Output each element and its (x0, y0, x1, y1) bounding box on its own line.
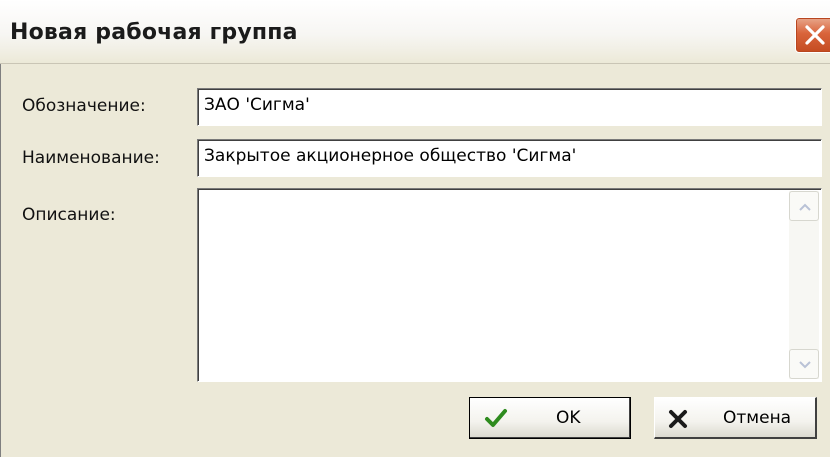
title-bar[interactable]: Новая рабочая группа (0, 0, 830, 64)
description-scrollbar[interactable] (789, 191, 819, 379)
name-field[interactable]: Закрытое акционерное общество 'Сигма' (197, 139, 822, 177)
window-title: Новая рабочая группа (10, 20, 298, 45)
checkmark-icon (485, 409, 507, 427)
ok-button[interactable]: OK (469, 397, 631, 439)
scroll-down-button[interactable] (789, 349, 819, 379)
close-icon (805, 25, 825, 45)
cross-icon (669, 410, 687, 428)
window-border (0, 64, 1, 457)
designation-field[interactable]: ЗАО 'Сигма' (197, 88, 822, 126)
ok-button-label: OK (556, 408, 581, 428)
description-label: Описание: (22, 205, 116, 225)
close-button[interactable] (795, 17, 830, 53)
new-workgroup-dialog: Новая рабочая группа Обозначение: ЗАО 'С… (0, 0, 830, 457)
cancel-button-label: Отмена (723, 408, 792, 428)
cancel-button[interactable]: Отмена (654, 397, 817, 439)
name-label: Наименование: (22, 148, 160, 168)
chevron-down-icon (799, 361, 811, 369)
scroll-up-button[interactable] (789, 191, 819, 221)
chevron-up-icon (799, 203, 811, 211)
description-textarea[interactable] (197, 188, 822, 382)
designation-label: Обозначение: (22, 96, 146, 116)
